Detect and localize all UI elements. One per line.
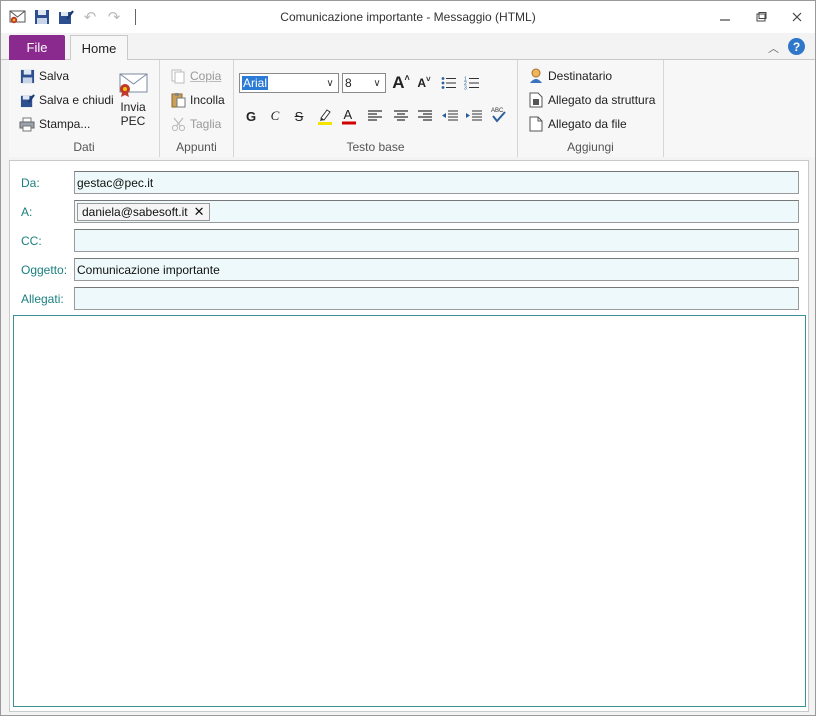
- ribbon-tabs: File Home ︿ ?: [1, 33, 815, 61]
- group-testo-base: Arial ∨ 8 ∨ A ˄ A ˅ 123 G C S A ABC Test…: [234, 60, 518, 157]
- save-close-icon: [19, 92, 35, 108]
- allegati-field[interactable]: [74, 287, 799, 310]
- oggetto-label: Oggetto:: [21, 263, 68, 277]
- remove-recipient-icon[interactable]: ✕: [194, 204, 205, 220]
- font-size-select[interactable]: 8 ∨: [342, 73, 386, 93]
- svg-text:A: A: [344, 107, 353, 122]
- taglia-button[interactable]: Taglia: [170, 116, 221, 132]
- group-aggiungi: Destinatario Allegato da struttura Alleg…: [518, 60, 664, 157]
- help-icon[interactable]: ?: [788, 38, 805, 55]
- ribbon: Salva Salva e chiudi Stampa... Invia PEC…: [9, 60, 664, 157]
- align-center-icon[interactable]: [391, 106, 411, 126]
- invia-pec-button[interactable]: Invia PEC: [115, 70, 151, 128]
- salva-label: Salva: [39, 69, 70, 83]
- grow-font-icon[interactable]: A ˄: [391, 73, 411, 93]
- group-label-dati: Dati: [73, 140, 95, 154]
- chevron-down-icon: ∨: [326, 77, 334, 89]
- taglia-label: Taglia: [190, 117, 222, 131]
- recipient-email: daniela@sabesoft.it: [82, 204, 188, 219]
- salva-chiudi-label: Salva e chiudi: [39, 93, 114, 107]
- group-label-appunti: Appunti: [176, 140, 217, 154]
- copia-label: Copia: [190, 69, 222, 83]
- printer-icon: [19, 116, 35, 132]
- highlight-icon[interactable]: [315, 106, 335, 126]
- allegato-struttura-button[interactable]: Allegato da struttura: [528, 92, 655, 108]
- title-bar: ↶ ↷ Comunicazione importante - Messaggio…: [1, 1, 815, 33]
- restore-button[interactable]: [743, 1, 779, 33]
- stampa-label: Stampa...: [39, 117, 91, 131]
- increase-indent-icon[interactable]: [464, 106, 484, 126]
- scissors-icon: [170, 116, 186, 132]
- collapse-ribbon-icon[interactable]: ︿: [768, 40, 779, 56]
- close-button[interactable]: [779, 1, 815, 33]
- shrink-font-icon[interactable]: A ˅: [414, 73, 434, 93]
- minimize-button[interactable]: [707, 1, 743, 33]
- incolla-button[interactable]: Incolla: [170, 92, 225, 108]
- tab-file[interactable]: File: [9, 35, 65, 60]
- svg-text:ABC: ABC: [491, 108, 504, 114]
- font-family-select[interactable]: Arial ∨: [239, 73, 339, 93]
- file-icon: [528, 116, 544, 132]
- oggetto-field[interactable]: Comunicazione importante: [74, 258, 799, 281]
- copy-icon: [170, 68, 186, 84]
- align-left-icon[interactable]: [365, 106, 385, 126]
- allegato-struttura-label: Allegato da struttura: [548, 93, 656, 107]
- message-window: ↶ ↷ Comunicazione importante - Messaggio…: [0, 0, 816, 716]
- recipient-chip[interactable]: daniela@sabesoft.it ✕: [77, 202, 210, 221]
- da-field[interactable]: gestac@pec.it: [74, 171, 799, 194]
- bold-button[interactable]: G: [241, 106, 261, 126]
- strikethrough-button[interactable]: S: [289, 106, 309, 126]
- cc-label: CC:: [21, 234, 42, 248]
- invia-label: Invia: [120, 100, 146, 114]
- svg-text:3: 3: [464, 86, 467, 91]
- bullet-list-icon[interactable]: [439, 73, 459, 93]
- group-dati: Salva Salva e chiudi Stampa... Invia PEC…: [9, 60, 160, 157]
- cc-field[interactable]: [74, 229, 799, 252]
- numbered-list-icon[interactable]: 123: [462, 73, 482, 93]
- font-family-value: Arial: [240, 76, 322, 90]
- ribbon-empty-area: [664, 60, 815, 157]
- da-label: Da:: [21, 176, 40, 190]
- italic-button[interactable]: C: [265, 106, 285, 126]
- tab-home[interactable]: Home: [70, 35, 128, 61]
- font-color-icon[interactable]: A: [339, 106, 359, 126]
- incolla-label: Incolla: [190, 93, 225, 107]
- destinatario-label: Destinatario: [548, 69, 613, 83]
- paste-icon: [170, 92, 186, 108]
- spellcheck-icon[interactable]: ABC: [489, 104, 509, 124]
- salva-chiudi-button[interactable]: Salva e chiudi: [19, 92, 114, 108]
- message-body-editor[interactable]: [13, 315, 806, 707]
- stampa-button[interactable]: Stampa...: [19, 116, 90, 132]
- salva-button[interactable]: Salva: [19, 68, 69, 84]
- group-appunti: Copia Incolla Taglia Appunti: [160, 60, 234, 157]
- a-label: A:: [21, 205, 33, 219]
- window-controls: [707, 1, 815, 33]
- message-form: Da: gestac@pec.it A: daniela@sabesoft.it…: [9, 160, 809, 712]
- font-family-text: Arial: [242, 76, 269, 90]
- allegato-file-button[interactable]: Allegato da file: [528, 116, 627, 132]
- attach-structure-icon: [528, 92, 544, 108]
- allegato-file-label: Allegato da file: [548, 117, 627, 131]
- group-label-testo-base: Testo base: [346, 140, 405, 154]
- destinatario-button[interactable]: Destinatario: [528, 68, 612, 84]
- a-field[interactable]: daniela@sabesoft.it ✕: [74, 200, 799, 223]
- group-label-aggiungi: Aggiungi: [567, 140, 614, 154]
- window-title: Comunicazione importante - Messaggio (HT…: [280, 10, 536, 24]
- envelope-seal-icon: [115, 70, 151, 100]
- font-size-value: 8: [345, 76, 352, 90]
- align-right-icon[interactable]: [415, 106, 435, 126]
- pec-label: PEC: [120, 114, 146, 128]
- copia-button[interactable]: Copia: [170, 68, 221, 84]
- chevron-down-icon: ∨: [373, 77, 381, 89]
- decrease-indent-icon[interactable]: [440, 106, 460, 126]
- allegati-label: Allegati:: [21, 292, 64, 306]
- person-icon: [528, 68, 544, 84]
- save-icon: [19, 68, 35, 84]
